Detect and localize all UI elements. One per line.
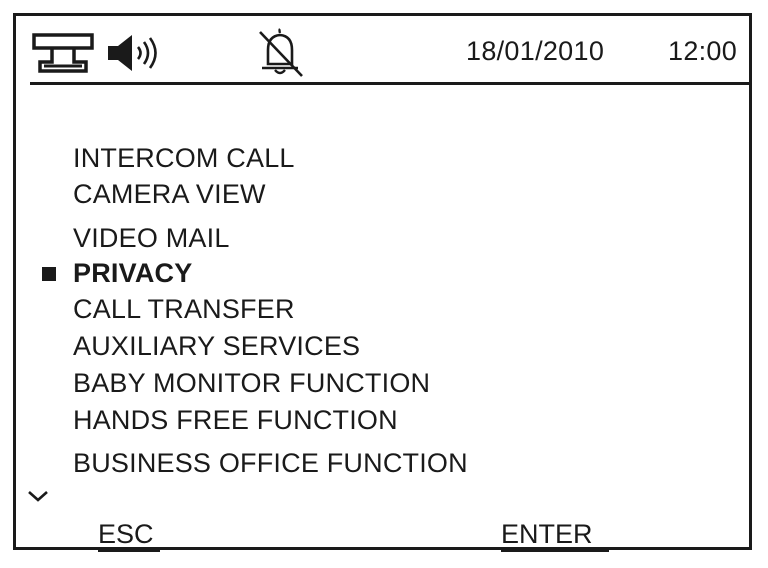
menu-item-call-transfer[interactable]: CALL TRANSFER — [73, 293, 295, 325]
menu-item-intercom-call[interactable]: INTERCOM CALL — [73, 142, 295, 174]
menu-item-video-mail[interactable]: VIDEO MAIL — [73, 222, 230, 254]
selection-marker — [42, 267, 56, 281]
menu-item-hands-free-function[interactable]: HANDS FREE FUNCTION — [73, 404, 398, 436]
chevron-down-icon[interactable] — [26, 488, 50, 504]
menu-item-baby-monitor-function[interactable]: BABY MONITOR FUNCTION — [73, 367, 430, 399]
enter-softkey[interactable]: ENTER — [501, 518, 609, 552]
menu-item-auxiliary-services[interactable]: AUXILIARY SERVICES — [73, 330, 360, 362]
esc-softkey[interactable]: ESC — [98, 518, 160, 552]
menu-item-business-office-function[interactable]: BUSINESS OFFICE FUNCTION — [73, 447, 468, 479]
main-menu: INTERCOM CALL CAMERA VIEW VIDEO MAIL PRI… — [16, 16, 749, 547]
menu-item-camera-view[interactable]: CAMERA VIEW — [73, 178, 266, 210]
device-screen: 18/01/2010 12:00 INTERCOM CALL CAMERA VI… — [13, 13, 752, 552]
menu-item-privacy[interactable]: PRIVACY — [73, 257, 192, 289]
